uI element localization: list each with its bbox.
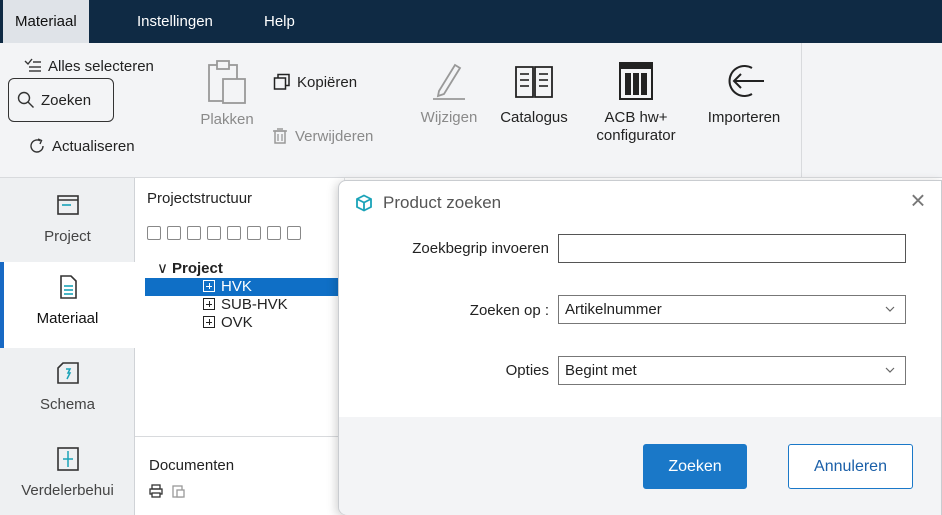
tree-node-label: HVK: [221, 278, 252, 295]
structure-toolbar: [147, 226, 301, 240]
import-label: Importeren: [707, 109, 781, 126]
catalog-label: Catalogus: [500, 109, 568, 126]
delete-node-icon[interactable]: [247, 226, 261, 240]
nav-project-label: Project: [44, 228, 91, 245]
edit-label: Wijzigen: [420, 109, 478, 126]
tree-node-sub-hvk[interactable]: SUB-HVK: [145, 296, 345, 314]
tree-node-ovk[interactable]: OVK: [145, 314, 345, 332]
acb-label-line2: configurator: [596, 127, 676, 144]
documents-toolbar: [149, 484, 185, 498]
paste-node-icon[interactable]: [267, 226, 281, 240]
delete-label: Verwijderen: [295, 127, 374, 145]
chevron-down-icon: [885, 367, 895, 373]
expand-icon[interactable]: [203, 316, 215, 328]
copy-node-icon[interactable]: [227, 226, 241, 240]
search-term-label: Zoekbegrip invoeren: [412, 240, 549, 257]
delete-button[interactable]: Verwijderen: [271, 127, 373, 145]
import-button[interactable]: Importeren: [696, 59, 792, 127]
project-structure-panel: Projectstructuur ∨ Project HVK SUB-HVK OV…: [135, 178, 345, 515]
panel-divider: [135, 436, 345, 437]
dialog-title: Product zoeken: [383, 193, 502, 212]
expand-icon[interactable]: [203, 280, 215, 292]
dialog-footer: Zoeken Annuleren: [339, 417, 941, 515]
copy-icon: [273, 73, 290, 90]
node-settings-icon[interactable]: [207, 226, 221, 240]
more-node-icon[interactable]: [287, 226, 301, 240]
refresh-label: Actualiseren: [52, 137, 135, 155]
nav-verdelerbehuizing[interactable]: Verdelerbehui: [0, 446, 135, 515]
documents-title: Documenten: [149, 457, 235, 474]
nav-schema-label: Schema: [39, 396, 96, 413]
acb-configurator-button[interactable]: ACB hw+ configurator: [584, 59, 688, 145]
search-button[interactable]: Zoeken: [8, 78, 115, 122]
submit-search-button[interactable]: Zoeken: [643, 444, 747, 489]
import-icon: [728, 65, 764, 97]
menu-materiaal[interactable]: Materiaal: [3, 0, 89, 43]
tree-node-hvk[interactable]: HVK: [145, 278, 345, 296]
trash-icon: [273, 128, 287, 144]
catalog-icon: [515, 66, 553, 98]
refresh-icon: [30, 138, 44, 153]
tree-node-label: OVK: [221, 314, 253, 331]
add-node-icon[interactable]: [147, 226, 161, 240]
search-on-label: Zoeken op :: [469, 302, 549, 319]
menu-help[interactable]: Help: [252, 0, 307, 43]
nav-verdelerbehuizing-label: Verdelerbehui: [21, 482, 114, 499]
tree-root-label: Project: [171, 260, 223, 277]
menu-bar: Materiaal Instellingen Help: [0, 0, 942, 43]
paste-icon: [208, 60, 246, 104]
project-tree: ∨ Project HVK SUB-HVK OVK: [145, 260, 345, 332]
pencil-icon: [433, 63, 465, 100]
nav-materiaal[interactable]: Materiaal: [0, 262, 135, 348]
menu-instellingen[interactable]: Instellingen: [125, 0, 225, 43]
tree-node-label: SUB-HVK: [221, 296, 288, 313]
chevron-down-icon[interactable]: ∨: [157, 260, 168, 277]
search-icon: [17, 91, 34, 108]
clipboard-icon[interactable]: [171, 484, 185, 498]
enclosure-icon: [56, 447, 79, 471]
paste-label: Plakken: [200, 111, 254, 128]
paste-button[interactable]: Plakken: [192, 59, 262, 129]
left-navigation: Project Materiaal Schema Verdelerbehui: [0, 178, 135, 515]
search-on-value: Artikelnummer: [565, 301, 662, 318]
copy-label: Kopiëren: [297, 73, 358, 91]
schema-icon: [56, 362, 79, 384]
expand-icon[interactable]: [203, 298, 215, 310]
options-select[interactable]: Begint met: [558, 356, 906, 385]
product-cube-icon: [356, 194, 372, 212]
nav-project[interactable]: Project: [0, 192, 135, 262]
cancel-button[interactable]: Annuleren: [788, 444, 913, 489]
options-label: Opties: [505, 362, 549, 379]
chevron-down-icon: [885, 306, 895, 312]
ribbon-separator: [801, 43, 802, 178]
folder-tree-icon: [56, 195, 79, 215]
edit-button[interactable]: Wijzigen: [411, 59, 487, 127]
options-value: Begint met: [565, 362, 637, 379]
select-all-icon: [24, 58, 41, 72]
panel-title: Projectstructuur: [147, 190, 253, 207]
nav-materiaal-label: Materiaal: [36, 310, 99, 327]
document-list-icon: [59, 275, 77, 299]
print-icon[interactable]: [149, 484, 163, 498]
search-label: Zoeken: [41, 91, 92, 109]
search-term-input[interactable]: [558, 234, 906, 263]
tree-root-project[interactable]: ∨ Project: [145, 260, 345, 278]
copy-button[interactable]: Kopiëren: [273, 73, 357, 91]
ribbon: Alles selecteren Zoeken Actualiseren Pla…: [0, 43, 942, 178]
acb-breaker-icon: [619, 62, 653, 100]
select-all-label: Alles selecteren: [48, 57, 154, 75]
search-on-select[interactable]: Artikelnummer: [558, 295, 906, 324]
product-search-dialog: Product zoeken × Zoekbegrip invoeren Zoe…: [338, 180, 942, 515]
add-child-icon[interactable]: [167, 226, 181, 240]
catalog-button[interactable]: Catalogus: [492, 59, 576, 127]
refresh-button[interactable]: Actualiseren: [28, 137, 135, 155]
nav-schema[interactable]: Schema: [0, 360, 135, 430]
acb-label-line1: ACB hw+: [604, 109, 668, 126]
select-all-button[interactable]: Alles selecteren: [24, 57, 154, 75]
close-icon[interactable]: ×: [905, 187, 931, 213]
move-node-icon[interactable]: [187, 226, 201, 240]
